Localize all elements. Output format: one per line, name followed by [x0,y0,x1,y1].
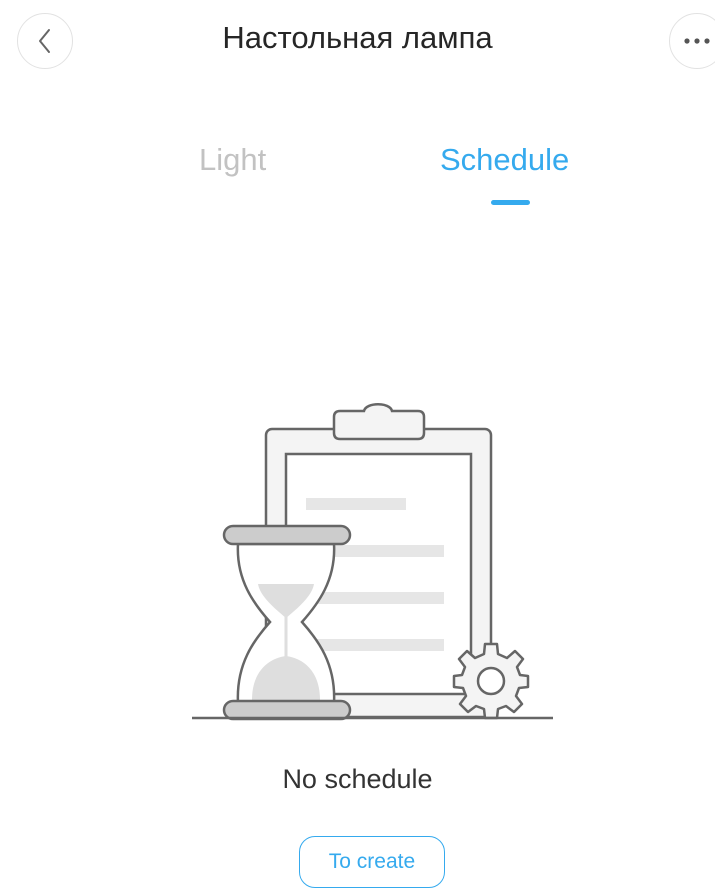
tab-light[interactable]: Light [199,142,266,178]
active-tab-indicator [491,200,530,205]
more-horizontal-icon [684,38,710,44]
empty-schedule-illustration [192,403,553,721]
empty-state-message: No schedule [282,764,433,794]
tab-schedule[interactable]: Schedule [440,142,569,178]
more-button[interactable] [669,13,715,69]
page-title: Настольная лампа [222,20,493,55]
create-schedule-button[interactable]: To create [299,836,445,888]
